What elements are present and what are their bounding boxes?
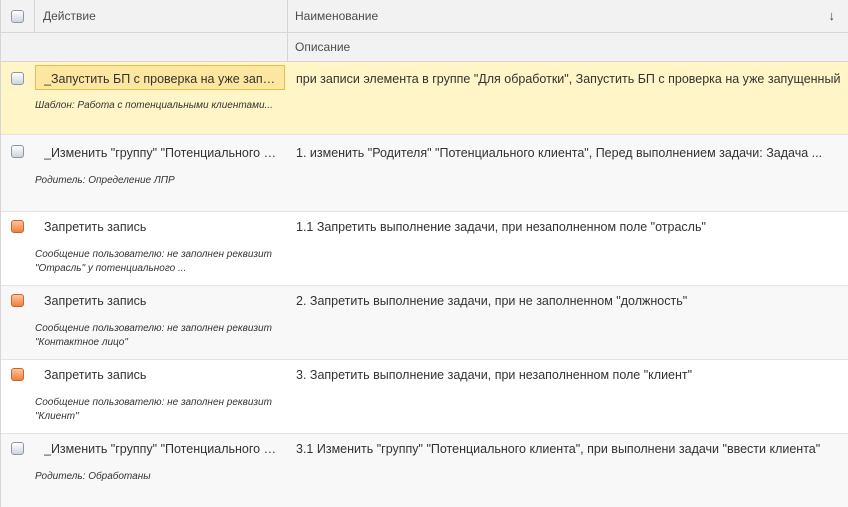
table-row[interactable]: Запретить запись 1.1 Запретить выполнени… [1, 212, 848, 286]
row-detail: Шаблон: Работа с потенциальными клиентам… [35, 100, 273, 111]
row-description: 1. изменить "Родителя" "Потенциального к… [296, 146, 823, 160]
row-action: Запретить запись [44, 220, 147, 234]
row-checkbox[interactable] [11, 368, 24, 381]
row-action: _Изменить "группу" "Потенциального клиен… [44, 442, 279, 456]
row-action: _Изменить "группу" "Потенциального клиен… [44, 146, 279, 160]
row-checkbox[interactable] [11, 72, 24, 85]
row-checkbox[interactable] [11, 442, 24, 455]
row-action: Запретить запись [44, 368, 147, 382]
row-action: Запретить запись [44, 294, 147, 308]
row-description: 2. Запретить выполнение задачи, при не з… [296, 294, 688, 308]
select-all-checkbox[interactable] [11, 10, 24, 23]
row-checkbox[interactable] [11, 145, 24, 158]
column-header-name[interactable]: Наименование [295, 0, 378, 32]
table-row[interactable]: _Изменить "группу" "Потенциального клиен… [1, 135, 848, 212]
table-row[interactable]: _Запустить БП с проверка на уже запущенн… [1, 62, 848, 135]
row-detail: Сообщение пользователю: не заполнен рекв… [35, 249, 272, 274]
grid-header-row: Действие Наименование ↓ [1, 0, 848, 33]
row-checkbox[interactable] [11, 220, 24, 233]
column-header-action[interactable]: Действие [43, 0, 96, 32]
table-row[interactable]: Запретить запись 2. Запретить выполнение… [1, 286, 848, 360]
header-separator [34, 0, 35, 32]
row-description: 1.1 Запретить выполнение задачи, при нез… [296, 220, 706, 234]
row-description: 3. Запретить выполнение задачи, при неза… [296, 368, 693, 382]
grid-subheader-row: Описание [1, 33, 848, 62]
row-description: 3.1 Изменить "группу" "Потенциального кл… [296, 442, 821, 456]
sort-down-icon[interactable]: ↓ [829, 8, 836, 23]
row-detail: Сообщение пользователю: не заполнен рекв… [35, 323, 272, 348]
row-detail: Родитель: Определение ЛПР [35, 175, 175, 186]
row-detail: Сообщение пользователю: не заполнен рекв… [35, 397, 272, 422]
row-description: при записи элемента в группе "Для обрабо… [296, 72, 841, 86]
header-separator [287, 0, 288, 32]
header-separator [287, 33, 288, 61]
table-row[interactable]: Запретить запись 3. Запретить выполнение… [1, 360, 848, 434]
table-row[interactable]: _Изменить "группу" "Потенциального клиен… [1, 434, 848, 507]
column-header-description[interactable]: Описание [295, 33, 350, 61]
row-action: _Запустить БП с проверка на уже запущенн… [44, 72, 279, 86]
row-detail: Родитель: Обработаны [35, 471, 151, 482]
actions-grid: Действие Наименование ↓ Описание _Запуст… [0, 0, 848, 507]
row-checkbox[interactable] [11, 294, 24, 307]
